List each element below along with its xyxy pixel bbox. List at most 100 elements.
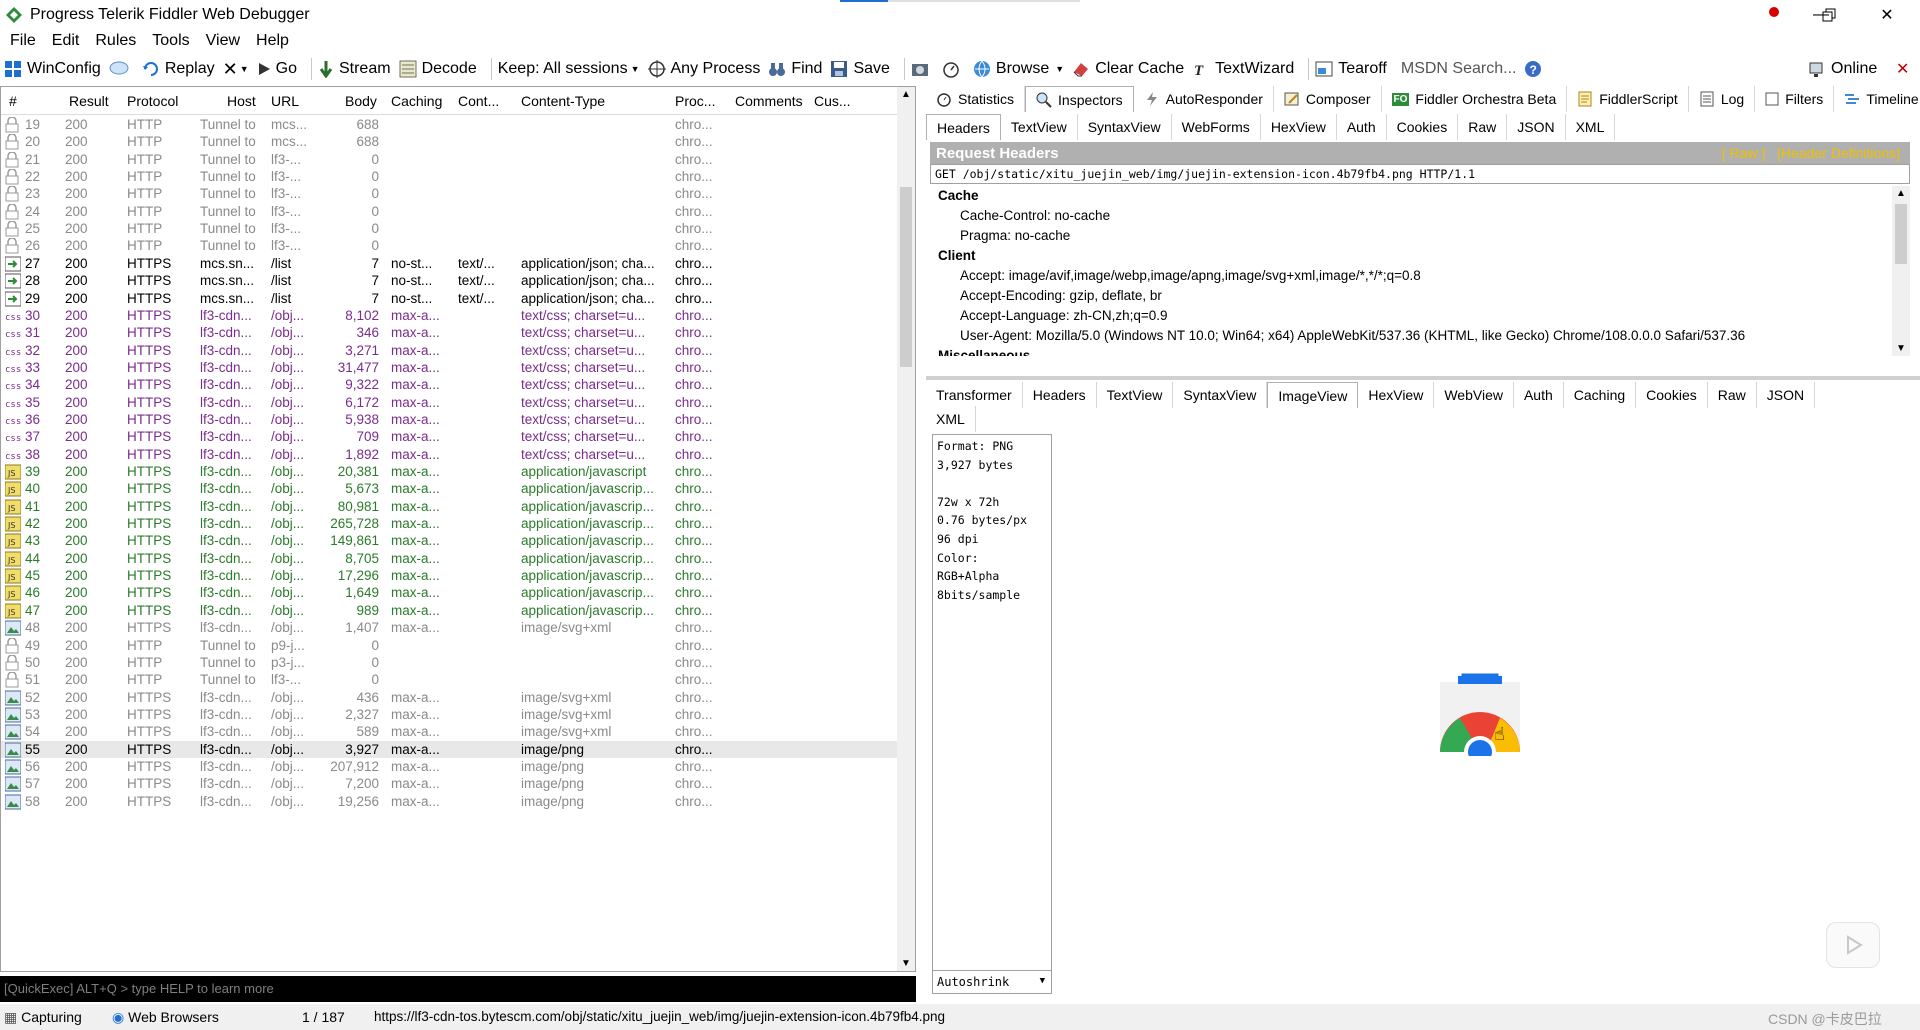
scrollbar-thumb[interactable] bbox=[900, 187, 912, 367]
tab-response-textview[interactable]: TextView bbox=[1097, 382, 1174, 408]
col-url[interactable]: URL bbox=[271, 93, 299, 109]
menu-view[interactable]: View bbox=[206, 32, 240, 50]
col-caching[interactable]: Caching bbox=[391, 93, 442, 109]
tab-response-syntaxview[interactable]: SyntaxView bbox=[1173, 382, 1268, 408]
scroll-down-icon[interactable]: ▼ bbox=[901, 958, 911, 969]
tab-request-raw[interactable]: Raw bbox=[1458, 114, 1508, 140]
header-item[interactable]: Cache-Control: no-cache bbox=[930, 206, 1910, 226]
table-row[interactable]: css 37 200 HTTPS lf3-cdn.../obj... 709 max-a..… bbox=[1, 428, 901, 445]
table-row[interactable]: 55 200 HTTPS lf3-cdn.../obj... 3,927 max-a...… bbox=[1, 740, 901, 758]
close-toolbar-icon[interactable]: ✕ bbox=[1896, 59, 1909, 79]
menu-file[interactable]: File bbox=[10, 32, 36, 50]
stream-button[interactable]: Stream bbox=[318, 60, 391, 78]
close-window-button[interactable]: ✕ bbox=[1864, 0, 1910, 29]
notification-icon[interactable] bbox=[1748, 0, 1798, 29]
table-row[interactable]: JS 42 200 HTTPS lf3-cdn.../obj... 265,728 max-… bbox=[1, 515, 901, 532]
tab-filters[interactable]: Filters bbox=[1755, 86, 1835, 112]
table-row[interactable]: css 30 200 HTTPS lf3-cdn.../obj... 8,102 max-a… bbox=[1, 307, 901, 324]
tab-timeline[interactable]: Timeline bbox=[1834, 86, 1920, 112]
tab-inspectors[interactable]: Inspectors bbox=[1025, 86, 1134, 112]
tab-fiddler-orchestra[interactable]: FO Fiddler Orchestra Beta bbox=[1382, 86, 1568, 112]
tab-request-webforms[interactable]: WebForms bbox=[1172, 114, 1261, 140]
table-row[interactable]: 29 200 HTTPS mcs.sn.../list 7 no-st... text/..… bbox=[1, 290, 901, 307]
tab-fiddlerscript[interactable]: FiddlerScript bbox=[1567, 86, 1689, 112]
table-row[interactable]: JS 47 200 HTTPS lf3-cdn.../obj... 989 max-a...… bbox=[1, 602, 901, 619]
table-row[interactable]: 54 200 HTTPS lf3-cdn.../obj... 589 max-a... im… bbox=[1, 723, 901, 740]
table-row[interactable]: 27 200 HTTPS mcs.sn.../list 7 no-st... text/..… bbox=[1, 255, 901, 272]
tab-composer[interactable]: Composer bbox=[1274, 86, 1382, 112]
decode-button[interactable]: Decode bbox=[399, 60, 477, 78]
header-group[interactable]: Client bbox=[930, 246, 1910, 266]
table-row[interactable]: JS 46 200 HTTPS lf3-cdn.../obj... 1,649 max-a.… bbox=[1, 584, 901, 601]
tab-response-cookies[interactable]: Cookies bbox=[1636, 382, 1708, 408]
textwizard-button[interactable]: T TextWizard bbox=[1192, 60, 1294, 78]
comment-button[interactable] bbox=[109, 60, 134, 78]
table-row[interactable]: css 33 200 HTTPS lf3-cdn.../obj... 31,477 max-… bbox=[1, 359, 901, 376]
table-row[interactable]: 57 200 HTTPS lf3-cdn.../obj... 7,200 max-a...… bbox=[1, 775, 901, 792]
table-row[interactable]: 23 200 HTTP Tunnel to lf3-... 0 chro... bbox=[1, 185, 901, 202]
table-row[interactable]: css 35 200 HTTPS lf3-cdn.../obj... 6,172 max-a… bbox=[1, 394, 901, 411]
tab-log[interactable]: Log bbox=[1689, 86, 1756, 112]
autoshrink-select[interactable]: Autoshrink ▼ bbox=[932, 970, 1052, 994]
table-row[interactable]: JS 39 200 HTTPS lf3-cdn.../obj... 20,381 max-a… bbox=[1, 463, 901, 480]
menu-edit[interactable]: Edit bbox=[52, 32, 80, 50]
tab-response-raw[interactable]: Raw bbox=[1708, 382, 1757, 408]
col-host[interactable]: Host bbox=[227, 93, 256, 109]
col-result[interactable]: Result bbox=[69, 93, 109, 109]
restore-button[interactable] bbox=[1806, 0, 1852, 29]
replay-button[interactable]: Replay bbox=[142, 60, 215, 78]
tab-request-headers[interactable]: Headers bbox=[926, 114, 1001, 140]
col-body[interactable]: Body bbox=[345, 93, 377, 109]
menu-rules[interactable]: Rules bbox=[95, 32, 136, 50]
raw-link[interactable]: [ Raw ] bbox=[1722, 145, 1766, 161]
tab-response-transformer[interactable]: Transformer bbox=[926, 382, 1023, 408]
timer-button[interactable] bbox=[942, 60, 965, 78]
table-row[interactable]: css 31 200 HTTPS lf3-cdn.../obj... 346 max-a..… bbox=[1, 324, 901, 341]
table-row[interactable]: JS 44 200 HTTPS lf3-cdn.../obj... 8,705 max-a.… bbox=[1, 550, 901, 567]
tab-request-json[interactable]: JSON bbox=[1507, 114, 1566, 140]
tab-response-json[interactable]: JSON bbox=[1757, 382, 1816, 408]
find-button[interactable]: Find bbox=[768, 60, 822, 78]
tearoff-button[interactable]: Tearoff bbox=[1315, 60, 1387, 78]
menu-help[interactable]: Help bbox=[256, 32, 289, 50]
table-row[interactable]: 26 200 HTTP Tunnel to lf3-... 0 chro... bbox=[1, 237, 901, 254]
header-item[interactable]: Accept-Encoding: gzip, deflate, br bbox=[930, 286, 1910, 306]
scroll-down-icon[interactable]: ▼ bbox=[1896, 343, 1906, 354]
tab-request-hexview[interactable]: HexView bbox=[1261, 114, 1337, 140]
tab-response-xml[interactable]: XML bbox=[926, 406, 976, 432]
table-row[interactable]: css 38 200 HTTPS lf3-cdn.../obj... 1,892 max-a… bbox=[1, 446, 901, 463]
winconfig-button[interactable]: WinConfig bbox=[4, 60, 101, 78]
header-item[interactable]: Accept: image/avif,image/webp,image/apng… bbox=[930, 266, 1910, 286]
col-comments[interactable]: Comments bbox=[735, 93, 803, 109]
col-content[interactable]: Cont... bbox=[458, 93, 499, 109]
remove-button[interactable]: ✕ ▼ bbox=[223, 59, 249, 80]
table-row[interactable]: 22 200 HTTP Tunnel to lf3-... 0 chro... bbox=[1, 168, 901, 185]
col-protocol[interactable]: Protocol bbox=[127, 93, 178, 109]
tab-statistics[interactable]: Statistics bbox=[926, 86, 1026, 112]
headers-scrollbar[interactable]: ▲ ▼ bbox=[1892, 186, 1910, 356]
tab-response-caching[interactable]: Caching bbox=[1564, 382, 1637, 408]
table-row[interactable]: 48 200 HTTPS lf3-cdn.../obj... 1,407 max-a...… bbox=[1, 619, 901, 636]
tab-response-auth[interactable]: Auth bbox=[1514, 382, 1564, 408]
table-row[interactable]: JS 40 200 HTTPS lf3-cdn.../obj... 5,673 max-a.… bbox=[1, 480, 901, 497]
keep-sessions-dropdown[interactable]: Keep: All sessions ▼ bbox=[498, 60, 640, 78]
tab-request-textview[interactable]: TextView bbox=[1001, 114, 1078, 140]
save-button[interactable]: Save bbox=[830, 60, 890, 78]
col-number[interactable]: # bbox=[9, 93, 17, 109]
tab-autoresponder[interactable]: AutoResponder bbox=[1134, 86, 1274, 112]
msdn-search-input[interactable]: MSDN Search... bbox=[1401, 60, 1517, 78]
header-group[interactable]: Miscellaneous bbox=[930, 346, 1910, 356]
tab-response-imageview[interactable]: ImageView bbox=[1267, 382, 1359, 408]
table-row[interactable]: css 32 200 HTTPS lf3-cdn.../obj... 3,271 max-a… bbox=[1, 342, 901, 359]
process-filter[interactable]: ◉ Web Browsers bbox=[112, 1009, 219, 1026]
tab-response-headers[interactable]: Headers bbox=[1023, 382, 1097, 408]
header-item[interactable]: User-Agent: Mozilla/5.0 (Windows NT 10.0… bbox=[930, 326, 1910, 346]
col-custom[interactable]: Cus... bbox=[814, 93, 851, 109]
table-row[interactable]: 52 200 HTTPS lf3-cdn.../obj... 436 max-a... im… bbox=[1, 689, 901, 706]
table-row[interactable]: 28 200 HTTPS mcs.sn.../list 7 no-st... text/..… bbox=[1, 272, 901, 289]
table-row[interactable]: 19 200 HTTP Tunnel to mcs... 688 chro... bbox=[1, 116, 901, 133]
table-row[interactable]: 50 200 HTTP Tunnel to p3-j... 0 chro... bbox=[1, 654, 901, 671]
table-row[interactable]: 25 200 HTTP Tunnel to lf3-... 0 chro... bbox=[1, 220, 901, 237]
header-item[interactable]: Pragma: no-cache bbox=[930, 226, 1910, 246]
scroll-up-icon[interactable]: ▲ bbox=[901, 89, 911, 100]
